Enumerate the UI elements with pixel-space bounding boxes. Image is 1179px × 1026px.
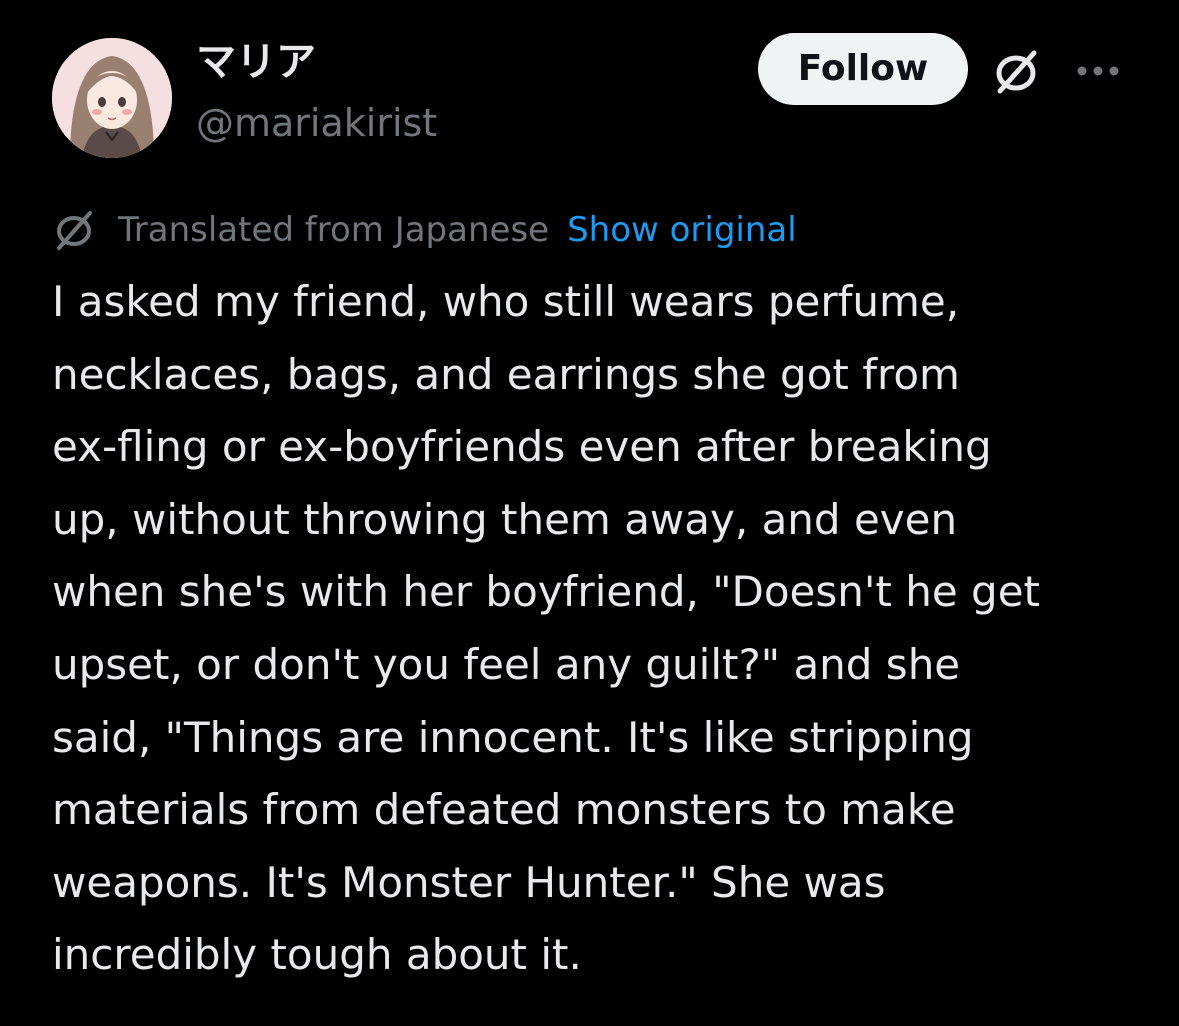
translate-slash-icon [52, 208, 96, 252]
post-text-line: when she's with her boyfriend, "Doesn't … [52, 567, 1041, 617]
post-text-line: materials from defeated monsters to make [52, 785, 956, 835]
post-text-line: ex-fling or ex-boyfriends even after bre… [52, 422, 992, 472]
translation-label: Translated from Japanese [118, 210, 550, 250]
post-text-line: upset, or don't you feel any guilt?" and… [52, 639, 961, 689]
post-text-line: up, without throwing them away, and even [52, 494, 958, 544]
avatar[interactable] [52, 38, 172, 158]
translation-bar: Translated from Japanese Show original [52, 204, 797, 256]
avatar-illustration [52, 38, 172, 158]
post-text-line: necklaces, bags, and earrings she got fr… [52, 349, 960, 399]
post-text-line: said, "Things are innocent. It's like st… [52, 712, 974, 762]
post-text-line: weapons. It's Monster Hunter." She was [52, 857, 886, 907]
user-handle[interactable]: @mariakirist [196, 98, 437, 148]
post-text: I asked my friend, who still wears perfu… [52, 266, 1152, 992]
show-original-link[interactable]: Show original [567, 210, 797, 250]
more-dots-icon[interactable] [1074, 54, 1126, 88]
display-name[interactable]: マリア [196, 36, 316, 88]
post-text-line: I asked my friend, who still wears perfu… [52, 277, 960, 326]
follow-button[interactable]: Follow [758, 33, 968, 105]
post-text-line: incredibly tough about it. [52, 930, 582, 980]
translate-slash-icon[interactable] [990, 45, 1042, 97]
